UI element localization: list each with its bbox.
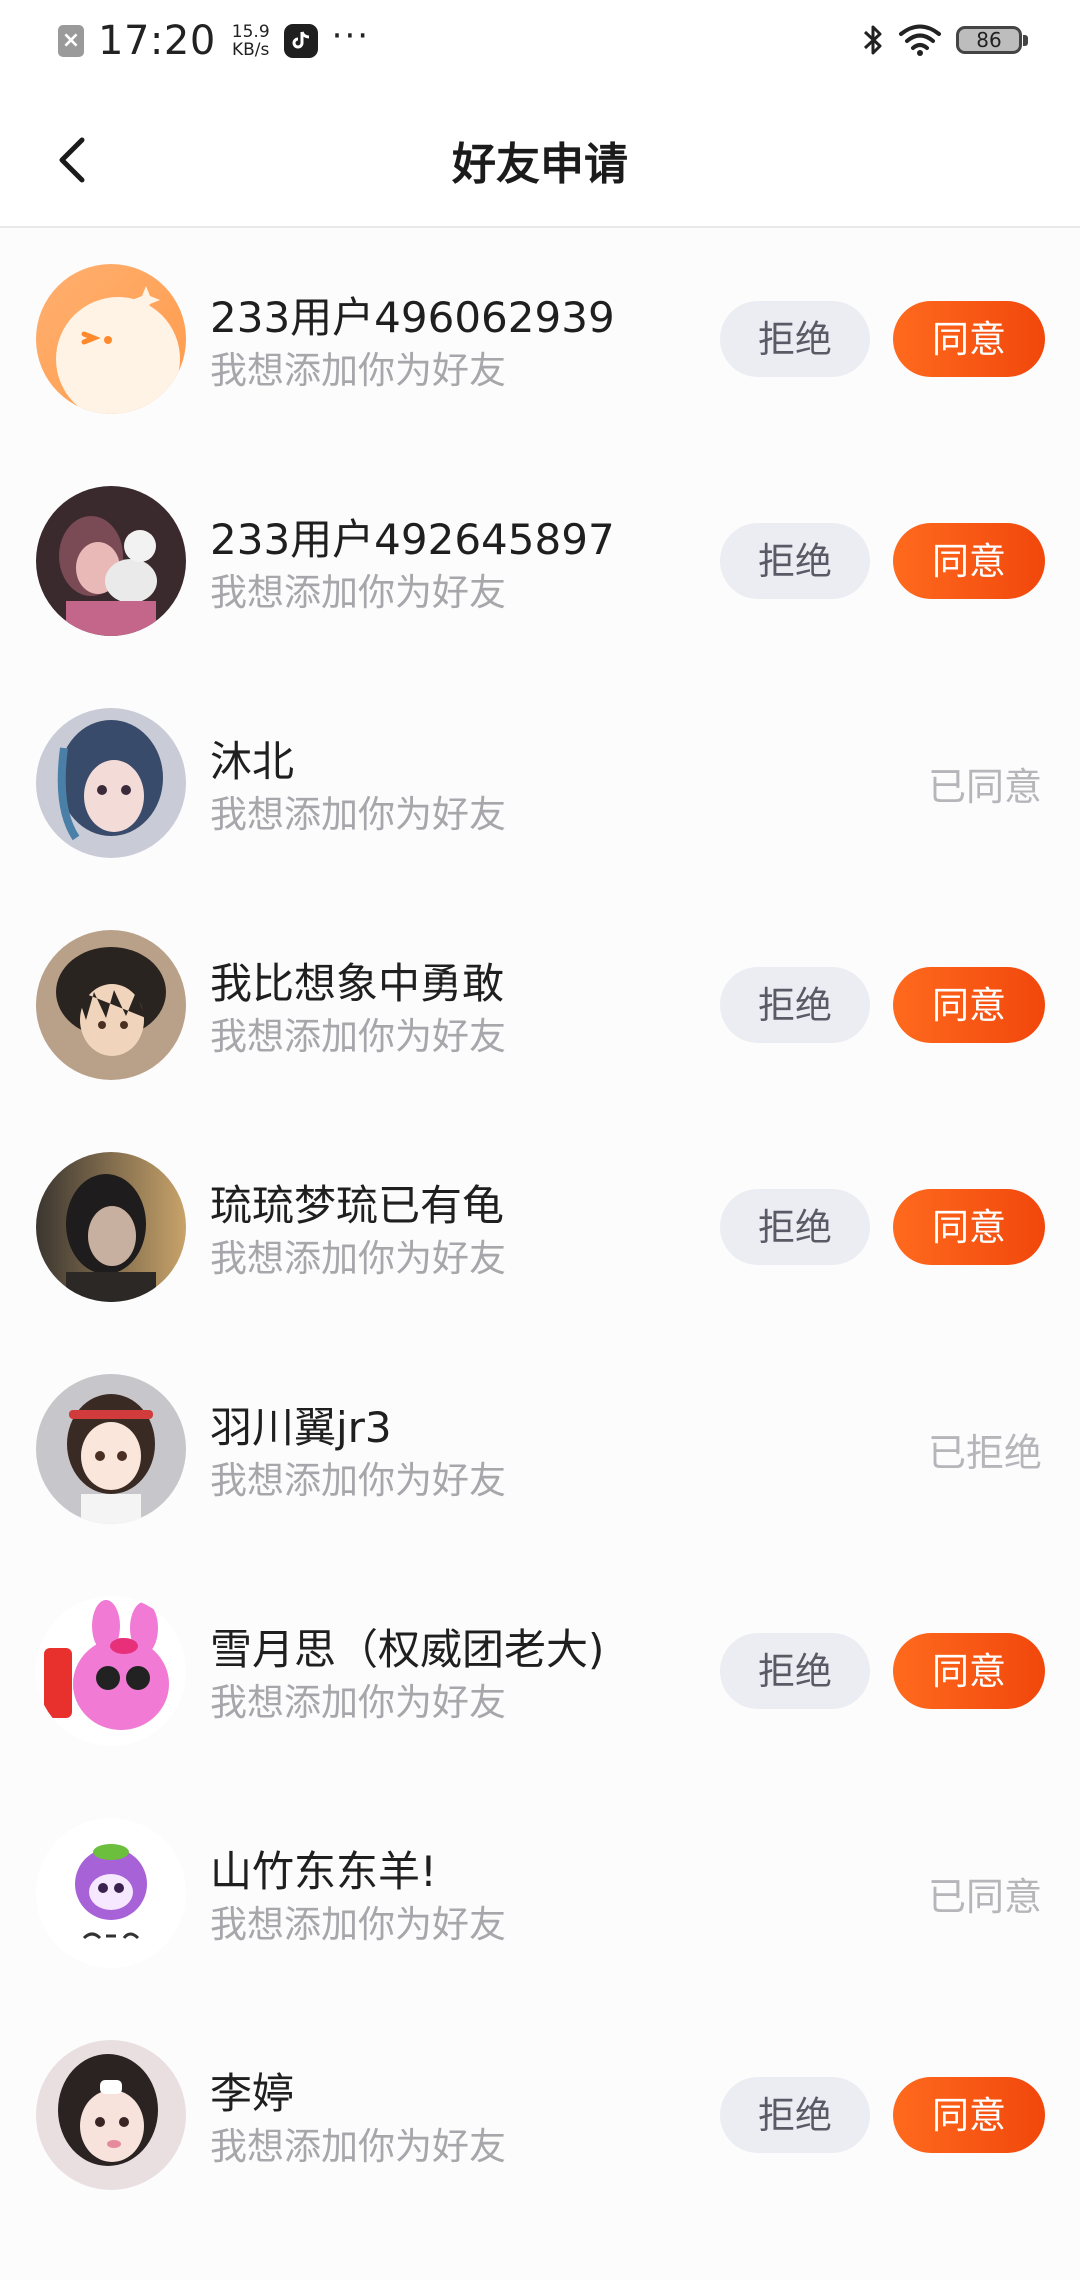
reject-button[interactable]: 拒绝 — [720, 1189, 870, 1265]
tiktok-icon — [283, 24, 318, 58]
friend-request-list: 233用户496062939 我想添加你为好友 拒绝 同意 233用户49264… — [0, 228, 1080, 2226]
reject-button[interactable]: 拒绝 — [720, 1633, 870, 1709]
request-message: 我想添加你为好友 — [210, 349, 506, 392]
friend-request-item: 雪月思（权威团老大) 我想添加你为好友 拒绝 同意 — [0, 1560, 1080, 1782]
reject-button[interactable]: 拒绝 — [720, 523, 870, 599]
page-title: 好友申请 — [452, 139, 628, 190]
accept-button[interactable]: 同意 — [893, 301, 1045, 377]
avatar[interactable] — [36, 930, 186, 1080]
request-message: 我想添加你为好友 — [210, 793, 506, 836]
clock: 17:20 — [98, 18, 216, 64]
friend-request-item: 沐北 我想添加你为好友 已同意 — [0, 672, 1080, 894]
request-status: 已同意 — [927, 1875, 1042, 1919]
requester-name: 山竹东东羊! — [210, 1847, 437, 1896]
nav-bar: 好友申请 — [0, 90, 1080, 228]
request-message: 我想添加你为好友 — [210, 1459, 506, 1502]
accept-button[interactable]: 同意 — [893, 1189, 1045, 1265]
friend-request-item: 琉琉梦琉已有龟 我想添加你为好友 拒绝 同意 — [0, 1116, 1080, 1338]
request-message: 我想添加你为好友 — [210, 2125, 506, 2168]
friend-request-item: 233用户492645897 我想添加你为好友 拒绝 同意 — [0, 450, 1080, 672]
status-bar: × 17:20 15.9 KB/s ··· 86 — [0, 0, 1080, 90]
reject-button[interactable]: 拒绝 — [720, 301, 870, 377]
requester-name: 羽川翼jr3 — [210, 1403, 392, 1452]
accept-button[interactable]: 同意 — [893, 2077, 1045, 2153]
avatar[interactable] — [36, 486, 186, 636]
request-message: 我想添加你为好友 — [210, 1903, 506, 1946]
accept-button[interactable]: 同意 — [893, 523, 1045, 599]
reject-button[interactable]: 拒绝 — [720, 967, 870, 1043]
avatar[interactable] — [36, 708, 186, 858]
wifi-icon — [899, 24, 941, 56]
battery-icon: 86 — [956, 26, 1028, 54]
avatar[interactable] — [36, 1596, 186, 1746]
requester-name: 233用户496062939 — [210, 293, 615, 342]
accept-button[interactable]: 同意 — [893, 967, 1045, 1043]
request-message: 我想添加你为好友 — [210, 1237, 506, 1280]
request-message: 我想添加你为好友 — [210, 1681, 506, 1724]
notification-close-icon: × — [58, 25, 84, 57]
network-speed: 15.9 KB/s — [232, 23, 270, 59]
request-status: 已拒绝 — [927, 1431, 1042, 1475]
request-message: 我想添加你为好友 — [210, 571, 506, 614]
reject-button[interactable]: 拒绝 — [720, 2077, 870, 2153]
friend-request-item: 山竹东东羊! 我想添加你为好友 已同意 — [0, 1782, 1080, 2004]
requester-name: 我比想象中勇敢 — [210, 959, 505, 1008]
requester-name: 李婷 — [210, 2069, 295, 2118]
battery-level: 86 — [976, 28, 1002, 52]
friend-request-item: 羽川翼jr3 我想添加你为好友 已拒绝 — [0, 1338, 1080, 1560]
request-message: 我想添加你为好友 — [210, 1015, 506, 1058]
network-speed-unit: KB/s — [232, 40, 270, 60]
status-bar-right: 86 — [862, 22, 1028, 58]
requester-name: 233用户492645897 — [210, 515, 615, 564]
avatar[interactable] — [36, 1152, 186, 1302]
network-speed-value: 15.9 — [231, 22, 270, 42]
request-status: 已同意 — [927, 765, 1042, 809]
avatar[interactable] — [36, 1374, 186, 1524]
requester-name: 雪月思（权威团老大) — [210, 1625, 605, 1674]
avatar[interactable] — [36, 1818, 186, 1968]
requester-name: 沐北 — [210, 737, 295, 786]
friend-request-item: 233用户496062939 我想添加你为好友 拒绝 同意 — [0, 228, 1080, 450]
more-notifications-icon: ··· — [331, 16, 371, 56]
bluetooth-icon — [863, 25, 882, 55]
friend-request-item: 我比想象中勇敢 我想添加你为好友 拒绝 同意 — [0, 894, 1080, 1116]
status-bar-left: × 17:20 15.9 KB/s ··· — [58, 16, 371, 64]
friend-request-item: 李婷 我想添加你为好友 拒绝 同意 — [0, 2004, 1080, 2226]
requester-name: 琉琉梦琉已有龟 — [210, 1181, 505, 1230]
avatar[interactable] — [36, 2040, 186, 2190]
accept-button[interactable]: 同意 — [893, 1633, 1045, 1709]
avatar[interactable] — [36, 264, 186, 414]
